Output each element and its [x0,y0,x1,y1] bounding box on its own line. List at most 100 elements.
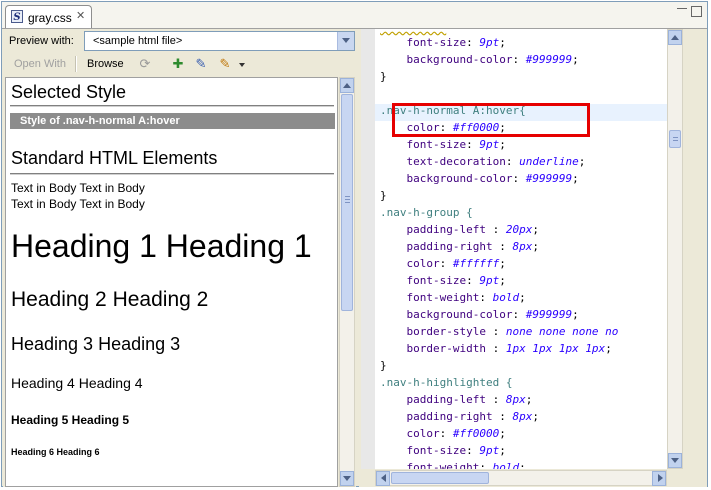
css-value: #999999 [525,53,573,66]
css-property: padding-left [406,393,493,406]
css-value: 9pt [479,36,500,49]
code-line: } [380,70,387,87]
css-value: #ff0000 [452,427,500,440]
heading-1-sample: Heading 1 Heading 1 [11,228,312,264]
scroll-thumb[interactable] [341,94,353,311]
css-selector: .nav-h-highlighted { [380,376,513,389]
scroll-thumb[interactable] [669,130,681,148]
css-value: 8px [512,240,533,253]
preview-file-value: <sample html file> [93,35,183,47]
css-property: text-decoration [406,155,506,168]
close-icon[interactable]: ✕ [76,9,85,22]
css-selector: .nav-h-group { [380,206,473,219]
preview-vertical-scrollbar[interactable] [339,77,355,487]
maximize-icon[interactable] [691,6,702,17]
css-value: #ffffff [452,257,500,270]
css-property: color [406,427,440,440]
scroll-up-button[interactable] [340,78,354,93]
css-value: 20px [505,223,533,236]
css-value: 9pt [479,444,500,457]
grip-line [673,140,678,141]
css-file-icon: S [11,10,23,23]
code-line: text-decoration: underline; [406,155,586,168]
tab-label: gray.css [28,11,72,25]
style-options-icon[interactable]: ✎ [217,56,233,72]
css-value: 8px [512,410,533,423]
css-value: none none none no [505,325,619,338]
editor-vertical-scrollbar[interactable] [667,29,683,469]
open-with-button[interactable]: Open With [14,58,66,70]
code-line: font-weight: bold; [406,291,526,304]
heading-2-sample: Heading 2 Heading 2 [11,288,209,311]
scroll-left-button[interactable] [376,471,390,486]
code-line: } [380,359,387,376]
code-line: border-style : none none none no [406,325,619,338]
css-property: font-size [406,274,467,287]
css-property: background-color [406,172,513,185]
css-property: font-weight [406,291,480,304]
grip-line [673,137,678,138]
edit-style-icon[interactable]: ✎ [193,56,209,72]
css-property: padding-right [406,240,500,253]
css-property: font-weight [406,461,480,469]
css-value: 9pt [479,138,500,151]
tab-gray-css[interactable]: S gray.css ✕ [5,5,92,28]
editor-tab-bar: S gray.css ✕ [2,2,707,29]
editor-horizontal-scrollbar[interactable] [375,470,667,486]
code-line-partial: font-weight: bold; [380,461,526,469]
heading-5-sample: Heading 5 Heading 5 [11,413,130,427]
browse-button[interactable]: Browse [87,58,124,70]
preview-with-row: Preview with: <sample html file> [3,29,356,53]
scroll-down-button[interactable] [340,471,354,486]
code-line: background-color: #999999; [406,53,579,66]
scroll-up-button[interactable] [668,30,682,45]
code-line: padding-right : 8px; [406,410,539,423]
highlight-box [392,103,590,137]
scroll-right-button[interactable] [652,471,666,486]
code-line: padding-left : 8px; [406,393,533,406]
css-property: font-size [406,36,467,49]
css-property: padding-right [406,410,500,423]
css-code-editor[interactable]: font-size: 9pt; background-color: #99999… [375,29,667,469]
chevron-down-icon[interactable] [337,32,354,50]
css-property: font-size [406,138,467,151]
code-line: font-size: 9pt; [406,138,506,151]
code-line: color: #ff0000; [406,427,506,440]
preview-with-label: Preview with: [9,35,74,47]
scroll-down-button[interactable] [668,453,682,468]
code-line: font-size: 9pt; [406,274,506,287]
divider [10,105,334,107]
closing-brace: } [380,189,387,202]
selected-style-heading: Selected Style [11,82,127,102]
standard-elements-heading: Standard HTML Elements [11,148,218,168]
css-property: padding-left [406,223,493,236]
code-line: padding-right : 8px; [406,240,539,253]
minimize-icon[interactable] [677,8,687,11]
add-style-icon[interactable]: ✚ [170,56,186,72]
css-property: border-width [406,342,493,355]
toolbar-separator [75,56,77,72]
scroll-thumb[interactable] [391,472,489,484]
closing-brace: } [380,359,387,372]
grip-line [345,199,350,200]
heading-6-sample: Heading 6 Heading 6 [11,447,100,457]
preview-file-combo[interactable]: <sample html file> [84,31,355,51]
code-line: .nav-h-group { [380,206,473,223]
css-value: 1px 1px 1px 1px [505,342,606,355]
code-line: padding-left : 20px; [406,223,539,236]
css-editor-window: S gray.css ✕ Preview with: <sample html … [1,1,708,487]
css-property: color [406,257,440,270]
code-line: } [380,189,387,206]
code-line: color: #ffffff; [406,257,506,270]
preview-toolbar: Open With Browse ⟳ ✚ ✎ ✎ [3,53,356,75]
heading-3-sample: Heading 3 Heading 3 [11,334,181,354]
grip-line [345,202,350,203]
dropdown-arrow-icon[interactable] [239,63,245,67]
grip-line [345,196,350,197]
css-value: bold [492,291,520,304]
css-property: border-style [406,325,493,338]
css-property: background-color [406,53,513,66]
css-value: #999999 [525,172,573,185]
css-value: underline [519,155,579,168]
refresh-style-icon[interactable]: ⟳ [137,56,153,72]
